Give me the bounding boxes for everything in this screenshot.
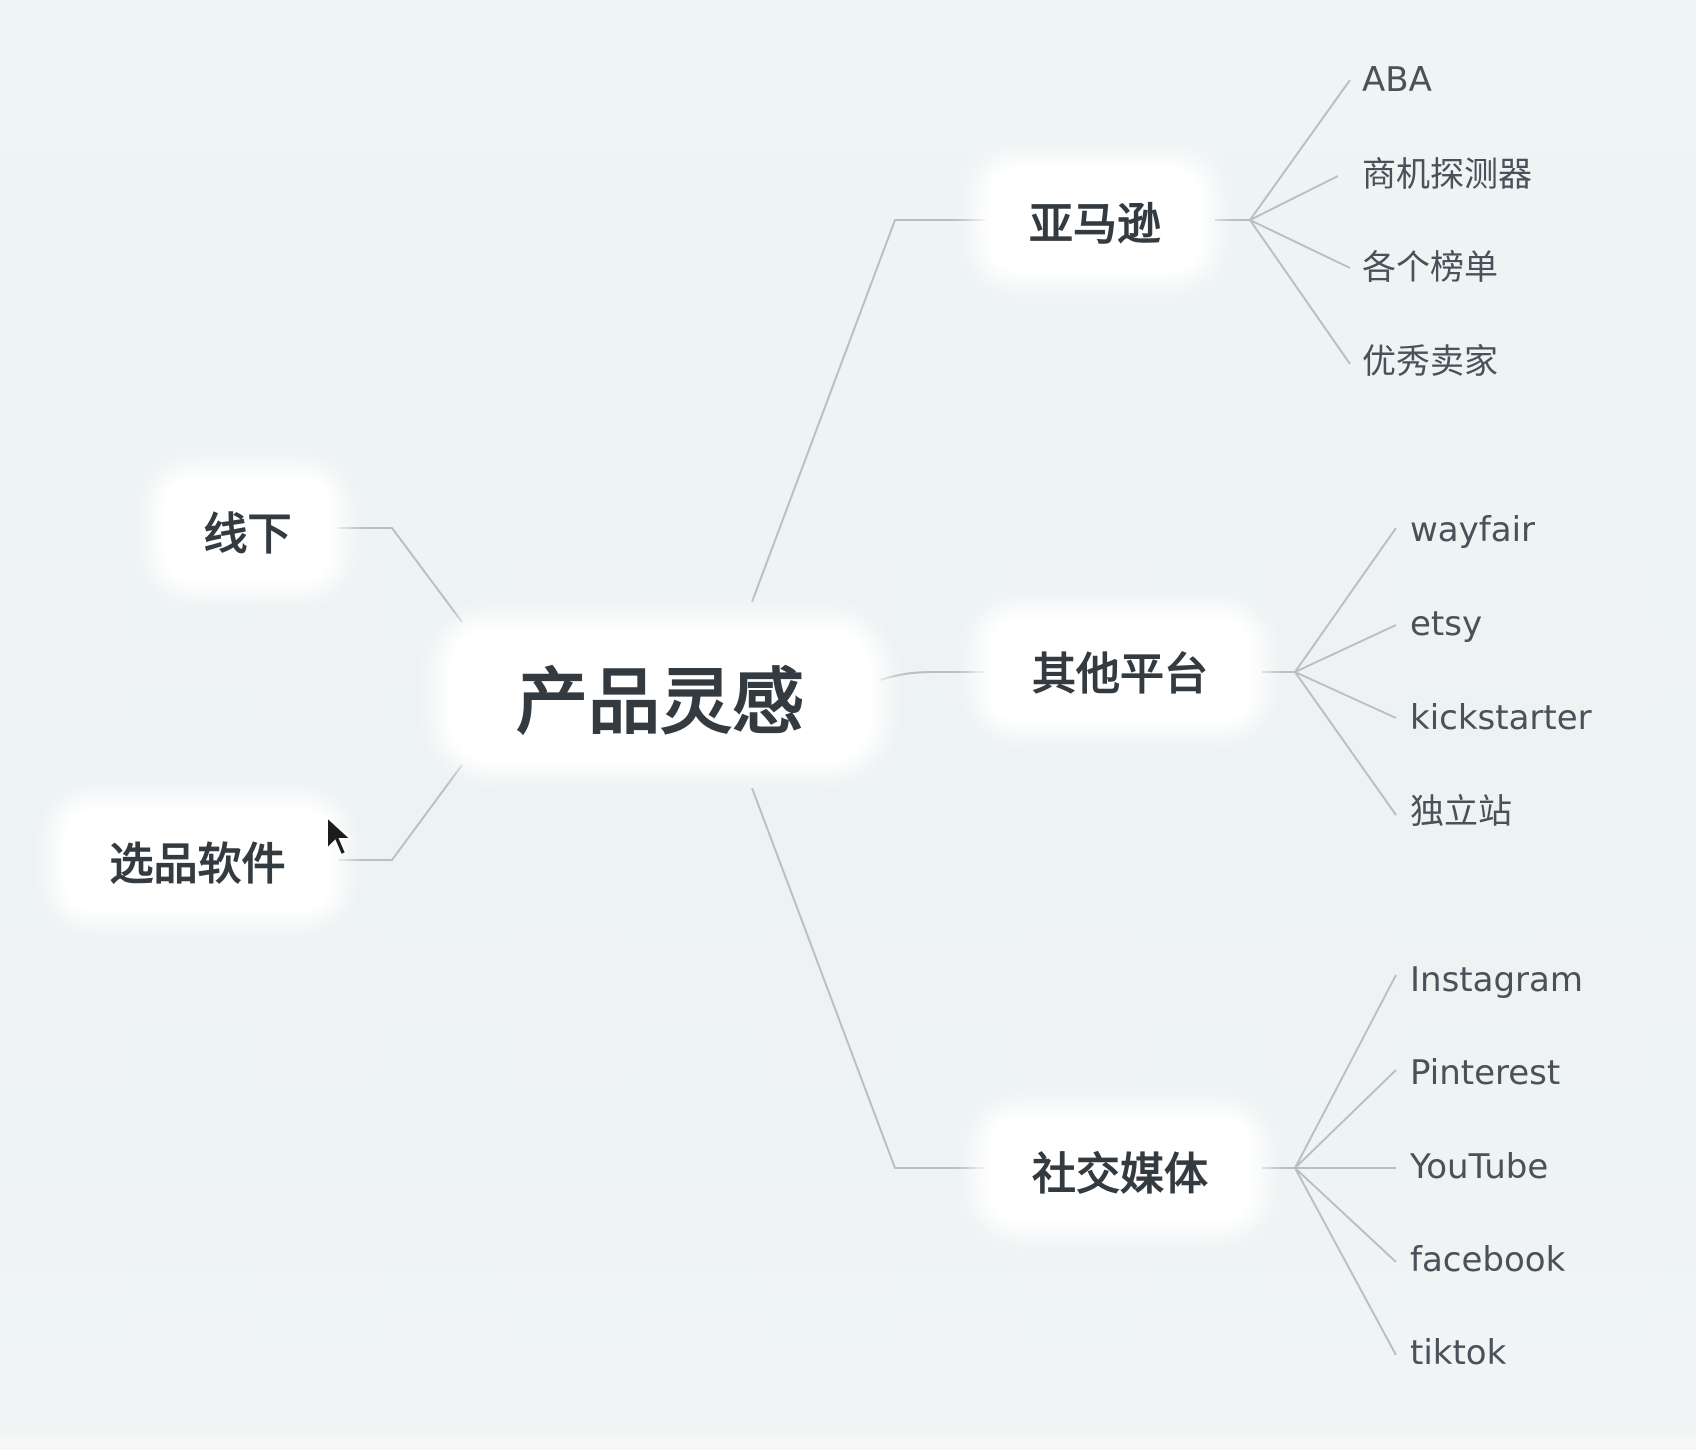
leaf-social-3[interactable]: YouTube bbox=[1410, 1147, 1548, 1187]
connector-other-leaf bbox=[1294, 624, 1397, 673]
connector-central-offline bbox=[338, 527, 463, 623]
connector-other-leaf bbox=[1294, 671, 1397, 816]
central-topic[interactable]: 产品灵感 bbox=[450, 630, 870, 760]
connector-amazon-leaf bbox=[1249, 219, 1351, 269]
branch-selection-software[interactable]: 选品软件 bbox=[65, 810, 330, 910]
branch-offline[interactable]: 线下 bbox=[165, 480, 330, 580]
connector-central-other bbox=[879, 671, 985, 681]
bottom-bar bbox=[0, 1436, 1696, 1450]
leaf-amazon-2[interactable]: 商机探测器 bbox=[1362, 155, 1532, 195]
branch-other-platforms[interactable]: 其他平台 bbox=[990, 620, 1250, 720]
connector-central-amazon bbox=[751, 219, 985, 603]
connector-central-social bbox=[751, 787, 985, 1169]
leaf-other-1[interactable]: wayfair bbox=[1410, 510, 1535, 550]
connector-social-leaf bbox=[1294, 1167, 1397, 1356]
connector-other-leaf bbox=[1262, 527, 1397, 673]
branch-amazon[interactable]: 亚马逊 bbox=[990, 170, 1200, 270]
leaf-social-5[interactable]: tiktok bbox=[1410, 1333, 1506, 1373]
connector-amazon-leaf bbox=[1249, 219, 1351, 365]
connector-social-leaf bbox=[1294, 1167, 1397, 1263]
connector-amazon-leaf bbox=[1249, 175, 1339, 221]
mouse-pointer-icon bbox=[326, 815, 354, 857]
leaf-social-4[interactable]: facebook bbox=[1410, 1240, 1565, 1280]
leaf-social-1[interactable]: Instagram bbox=[1410, 960, 1583, 1000]
connector-social-leaf bbox=[1294, 1069, 1397, 1169]
leaf-amazon-1[interactable]: ABA bbox=[1362, 60, 1432, 100]
mindmap-canvas: 产品灵感 亚马逊 其他平台 社交媒体 线下 选品软件 ABA 商机探测器 各个榜… bbox=[0, 0, 1696, 1450]
leaf-other-4[interactable]: 独立站 bbox=[1410, 792, 1512, 832]
connector-central-software bbox=[338, 764, 463, 861]
connector-social-leaf bbox=[1262, 974, 1397, 1169]
leaf-other-2[interactable]: etsy bbox=[1410, 604, 1482, 644]
leaf-amazon-3[interactable]: 各个榜单 bbox=[1362, 248, 1498, 288]
leaf-other-3[interactable]: kickstarter bbox=[1410, 698, 1592, 738]
branch-social-media[interactable]: 社交媒体 bbox=[990, 1120, 1250, 1220]
connector-amazon-leaf bbox=[1215, 79, 1351, 221]
leaf-social-2[interactable]: Pinterest bbox=[1410, 1053, 1560, 1093]
leaf-amazon-4[interactable]: 优秀卖家 bbox=[1362, 342, 1498, 382]
